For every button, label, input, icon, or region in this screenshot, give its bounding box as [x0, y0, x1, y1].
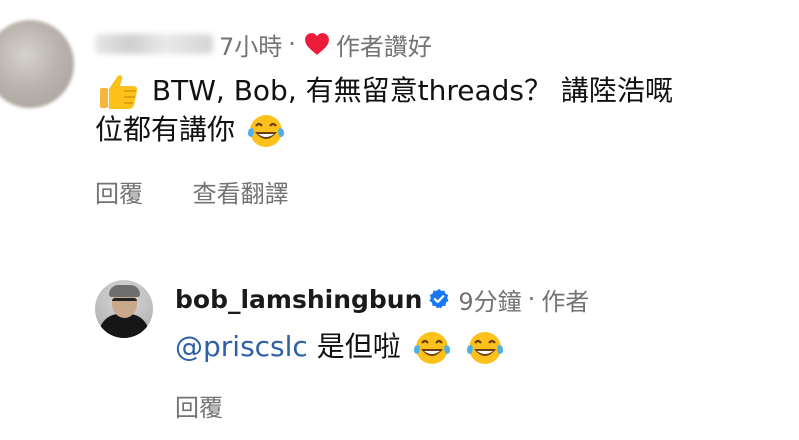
comment-text: BTW, Bob, 有無留意threads？ 講陸浩嘅	[151, 74, 673, 107]
reply-button[interactable]: 回覆	[175, 388, 223, 423]
avatar[interactable]	[0, 20, 74, 108]
mention-link[interactable]: @priscslc	[175, 330, 308, 363]
username[interactable]: bob_lamshingbun	[175, 285, 422, 314]
comment-item: 7小時 · 作者讚好 BTW, Bob, 有無留意threads？ 講陸浩嘅 位…	[0, 0, 799, 230]
comment-time: 7小時	[219, 32, 283, 61]
heart-icon	[305, 33, 329, 55]
comment-header: 7小時 · 作者讚好	[95, 28, 432, 61]
face-with-tears-of-joy-icon	[466, 332, 503, 364]
avatar-figure-cap	[109, 285, 140, 297]
comment-text-continued: 位都有講你	[95, 113, 236, 146]
comment-text-line-1: BTW, Bob, 有無留意threads？ 講陸浩嘅	[95, 72, 673, 111]
comment-actions: 回覆 查看翻譯	[95, 174, 289, 209]
liked-by-author-label: 作者讚好	[335, 32, 432, 61]
reply-actions: 回覆	[175, 388, 223, 423]
face-with-tears-of-joy-icon	[413, 332, 450, 364]
comment-text-line-2: 位都有講你	[95, 111, 288, 149]
blurred-username[interactable]	[95, 34, 213, 54]
thumbs-up-icon	[100, 75, 138, 109]
reply-text: @priscslc 是但啦	[175, 328, 507, 366]
verified-badge-icon	[429, 288, 449, 309]
separator-dot: ·	[527, 285, 536, 313]
avatar-figure-glasses	[112, 298, 137, 307]
reply-button[interactable]: 回覆	[95, 174, 143, 209]
face-with-tears-of-joy-icon	[247, 115, 284, 147]
author-label: 作者	[541, 287, 590, 316]
reply-header: bob_lamshingbun 9分鐘 · 作者	[175, 283, 590, 316]
see-translation-button[interactable]: 查看翻譯	[193, 174, 289, 209]
avatar[interactable]	[95, 280, 153, 338]
reply-body: 是但啦	[316, 330, 401, 363]
separator-dot: ·	[288, 30, 296, 58]
reply-time: 9分鐘	[458, 287, 522, 316]
